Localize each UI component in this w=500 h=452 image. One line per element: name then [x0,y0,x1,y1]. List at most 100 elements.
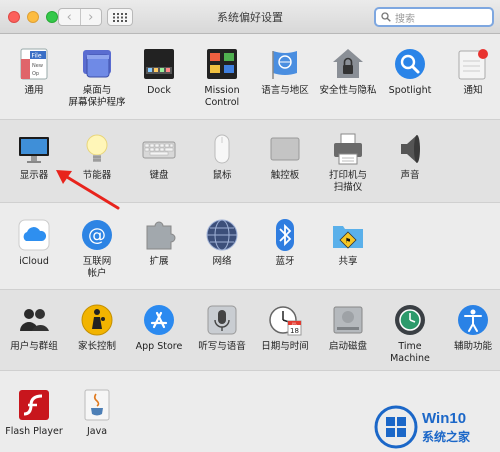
windows-logo-icon [374,405,418,449]
pane-bluetooth[interactable]: 蓝牙 [252,218,318,268]
pane-label: 网络 [212,256,232,267]
pane-label: 用户与群组 [10,341,58,352]
watermark-subtitle: 系统之家 [422,430,471,444]
pane-label: 辅助功能 [453,341,492,352]
pane-notifications[interactable]: 通知 [440,47,500,97]
pane-extensions[interactable]: 扩展 [126,218,192,268]
bluetooth-icon [268,218,302,252]
java-icon [80,388,114,422]
search-placeholder: 搜索 [395,13,415,25]
pane-mouse[interactable]: 鼠标 [189,132,255,182]
pane-sound[interactable]: 声音 [377,132,443,182]
pane-label: 共享 [338,256,358,267]
network-globe-icon [205,218,239,252]
clock-calendar-icon: JUL 18 [268,303,302,337]
pane-security-privacy[interactable]: 安全性与隐私 [315,47,381,97]
pane-spotlight[interactable]: Spotlight [377,47,443,97]
app-store-icon [142,303,176,337]
general-icon: File New Op [17,47,51,81]
pane-dock[interactable]: Dock [126,47,192,97]
pane-label: Time Machine [390,341,430,364]
pane-label: Spotlight [388,85,432,96]
pane-icloud[interactable]: iCloud [1,218,67,268]
pane-label: Mission Control [204,85,240,108]
mission-control-icon [205,47,239,81]
speaker-icon [393,132,427,166]
pane-label: 启动磁盘 [328,341,367,352]
pane-startup-disk[interactable]: 启动磁盘 [315,303,381,353]
pane-date-time[interactable]: JUL 18 日期与时间 [252,303,318,353]
pane-energy-saver[interactable]: 节能器 [64,132,130,182]
pane-label: App Store [135,341,183,352]
pane-printers-scanners[interactable]: 打印机与 扫描仪 [315,132,381,194]
pane-label: 蓝牙 [275,256,295,267]
pane-trackpad[interactable]: 触控板 [252,132,318,182]
parental-controls-icon [80,303,114,337]
pane-label: 家长控制 [77,341,116,352]
general-op-text: Op [32,71,39,77]
puzzle-icon [142,218,176,252]
pane-label: 互联网 帐户 [82,256,112,279]
users-icon [17,303,51,337]
svg-text:@: @ [88,225,106,246]
pane-label: Java [86,426,108,437]
microphone-icon [205,303,239,337]
pane-sharing[interactable]: ⚑ 共享 [315,218,381,268]
calendar-day-text: 18 [290,327,299,335]
svg-text:⚑: ⚑ [345,237,351,245]
pane-label: 语言与地区 [261,85,309,96]
flash-player-icon [17,388,51,422]
pane-label: 鼠标 [212,170,232,181]
desktop-icon [80,47,114,81]
pane-label: 显示器 [19,170,49,181]
pane-flash-player[interactable]: Flash Player [1,388,67,438]
at-sign-icon: @ [80,218,114,252]
pane-label: iCloud [19,256,49,267]
pane-label: 日期与时间 [261,341,309,352]
pane-label: 触控板 [270,170,300,181]
display-icon [17,132,51,166]
pane-label: 键盘 [149,170,169,181]
pane-time-machine[interactable]: Time Machine [377,303,443,365]
pane-keyboard[interactable]: 键盘 [126,132,192,182]
title-bar: ‹ › 系统偏好设置 搜索 [0,0,500,34]
search-icon [381,12,391,22]
pane-label: 通知 [463,85,483,96]
pane-network[interactable]: 网络 [189,218,255,268]
pane-app-store[interactable]: App Store [126,303,192,353]
mouse-icon [205,132,239,166]
pane-label: 通用 [24,85,44,96]
watermark: Win10 系统之家 [372,402,500,452]
icloud-icon [17,218,51,252]
pane-label: 声音 [400,170,420,181]
pane-language-region[interactable]: 语言与地区 [252,47,318,97]
pane-displays[interactable]: 显示器 [1,132,67,182]
pane-mission-control[interactable]: Mission Control [189,47,255,109]
pane-label: Dock [147,85,171,96]
pane-desktop-screensaver[interactable]: 桌面与 屏幕保护程序 [64,47,130,109]
hard-drive-icon [331,303,365,337]
general-file-text: File [32,53,42,60]
bulb-icon [80,132,114,166]
pane-label: 扩展 [149,256,169,267]
accessibility-icon [456,303,490,337]
general-new-text: New [32,63,43,69]
pane-accessibility[interactable]: 辅助功能 [440,303,500,353]
printer-icon [331,132,365,166]
pane-dictation-speech[interactable]: 听写与语音 [189,303,255,353]
trackpad-icon [268,132,302,166]
pane-label: 桌面与 屏幕保护程序 [68,85,126,108]
pane-general[interactable]: File New Op 通用 [1,47,67,97]
pane-java[interactable]: Java [64,388,130,438]
pane-internet-accounts[interactable]: @ 互联网 帐户 [64,218,130,280]
keyboard-icon [142,132,176,166]
pane-label: 听写与语音 [198,341,246,352]
house-lock-icon [331,47,365,81]
pane-parental-controls[interactable]: 家长控制 [64,303,130,353]
search-field[interactable]: 搜索 [374,7,494,27]
pane-users-groups[interactable]: 用户与群组 [1,303,67,353]
time-machine-icon [393,303,427,337]
dock-icon [142,47,176,81]
notifications-icon [456,47,490,81]
spotlight-icon [393,47,427,81]
